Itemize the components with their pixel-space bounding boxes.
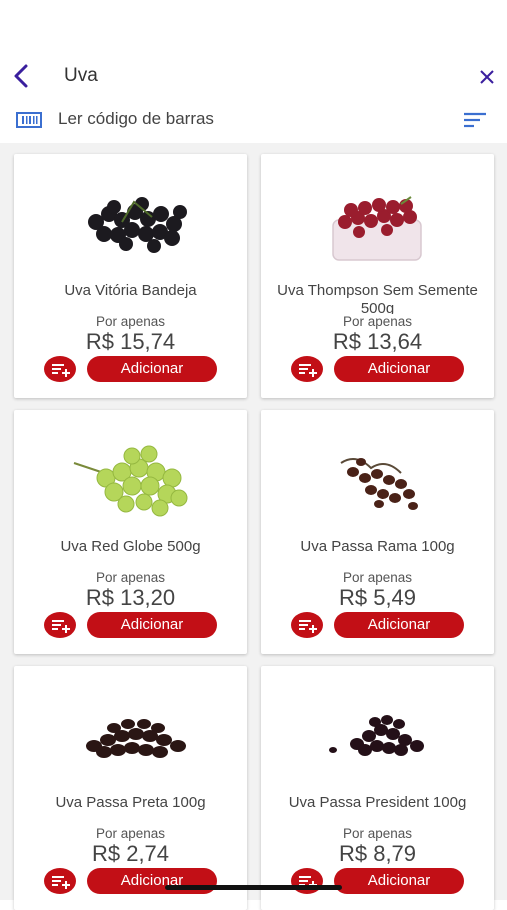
product-card[interactable]: Uva Passa Rama 100g Por apenas R$ 5,49 A… [261,410,494,654]
filter-icon[interactable] [462,110,488,130]
product-card[interactable]: Uva Thompson Sem Semente 500g Por apenas… [261,154,494,398]
product-price: R$ 5,49 [338,585,417,610]
barcode-icon [16,112,42,128]
product-name: Uva Passa Rama 100g [300,538,455,555]
product-name: Uva Red Globe 500g [60,538,201,555]
home-indicator [165,885,342,890]
search-input[interactable] [64,62,444,90]
product-image [332,196,422,261]
barcode-scan-row[interactable]: Ler código de barras [0,100,507,140]
product-card[interactable]: Uva Passa President 100g Por apenas R$ 8… [261,666,494,910]
product-image [329,715,424,756]
price-label: Por apenas [95,570,166,585]
add-to-list-icon[interactable] [44,612,76,638]
price-label: Por apenas [342,314,413,329]
add-to-list-icon[interactable] [44,868,76,894]
price-label: Por apenas [95,826,166,841]
product-card[interactable]: Uva Vitória Bandeja Por apenas R$ 15,74 … [14,154,247,398]
back-arrow-icon[interactable] [10,62,36,90]
product-image [86,719,186,758]
price-label: Por apenas [342,570,413,585]
add-button[interactable]: Adicionar [87,868,217,894]
product-card[interactable]: Uva Passa Preta 100g Por apenas R$ 2,74 … [14,666,247,910]
price-label: Por apenas [95,314,166,329]
product-name: Uva Vitória Bandeja [64,282,197,299]
add-to-list-icon[interactable] [291,612,323,638]
product-price: R$ 13,64 [332,329,423,354]
product-price: R$ 15,74 [85,329,176,354]
product-name: Uva Thompson Sem Semente 500g [277,282,478,314]
product-card[interactable]: Uva Red Globe 500g Por apenas R$ 13,20 A… [14,410,247,654]
close-icon[interactable] [476,66,498,88]
product-name: Uva Passa President 100g [288,794,467,811]
barcode-label[interactable]: Ler código de barras [58,109,214,129]
add-to-list-icon[interactable] [44,356,76,382]
add-button[interactable]: Adicionar [334,868,464,894]
product-price: R$ 13,20 [85,585,176,610]
product-price: R$ 2,74 [91,841,170,866]
product-image [88,197,187,253]
add-to-list-icon[interactable] [291,868,323,894]
add-to-list-icon[interactable] [291,356,323,382]
add-button[interactable]: Adicionar [334,356,464,382]
product-price: R$ 8,79 [338,841,417,866]
price-label: Por apenas [342,826,413,841]
add-button[interactable]: Adicionar [87,612,217,638]
add-button[interactable]: Adicionar [334,612,464,638]
product-name: Uva Passa Preta 100g [55,794,206,811]
product-grid: Uva Vitória Bandeja Por apenas R$ 15,74 … [0,143,507,910]
product-image [340,458,418,510]
add-button[interactable]: Adicionar [87,356,217,382]
product-image [73,445,188,517]
search-header [0,52,507,100]
